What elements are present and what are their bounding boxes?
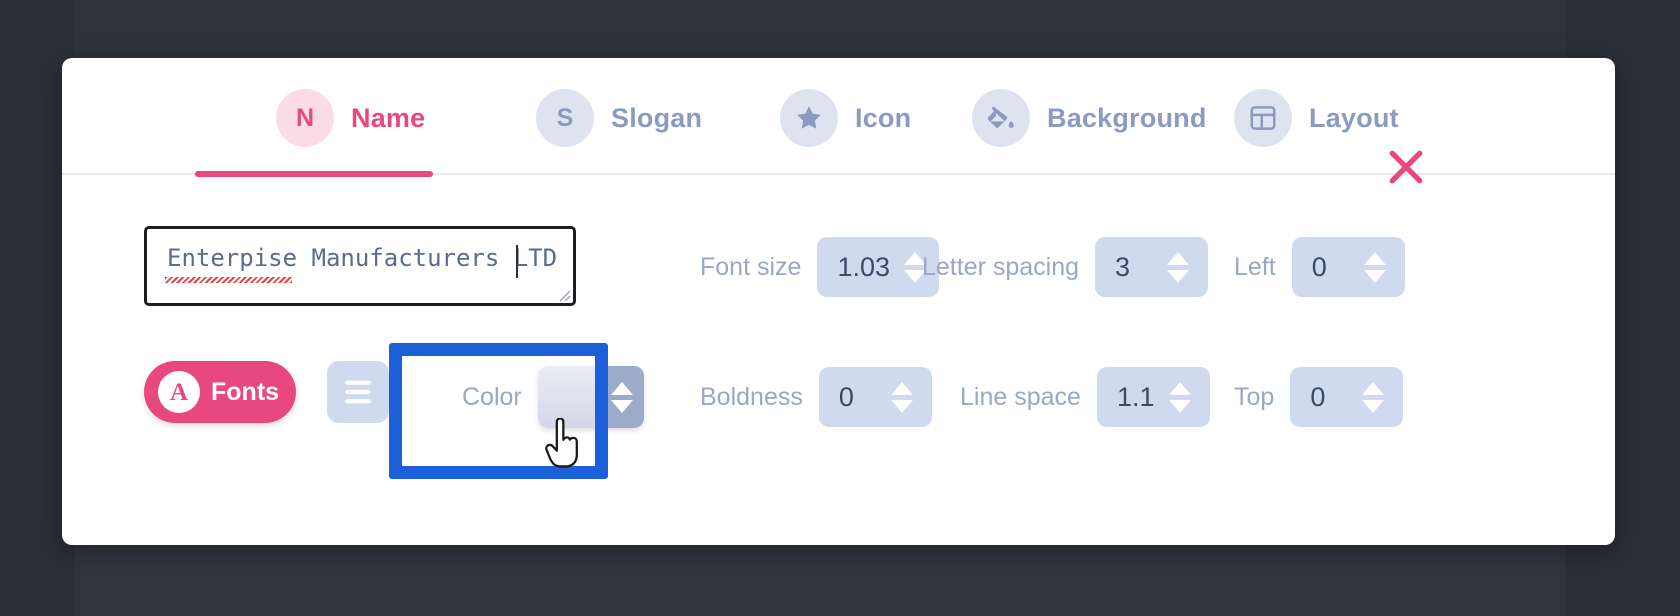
close-button[interactable] [1375, 136, 1437, 198]
boldness-arrows[interactable] [890, 381, 913, 413]
close-icon [1389, 150, 1423, 184]
fonts-badge-letter: A [169, 378, 189, 406]
paint-bucket-icon [987, 106, 1014, 128]
left-offset-value: 0 [1311, 251, 1327, 282]
tab-icon-label: Icon [855, 102, 912, 133]
stepper-up-arrow-icon[interactable] [1363, 251, 1386, 265]
tab-name[interactable]: N Name [276, 88, 425, 148]
boldness-label: Boldness [700, 382, 803, 411]
color-stepper-arrows[interactable] [599, 366, 644, 428]
stepper-up-arrow-icon[interactable] [1168, 381, 1191, 395]
color-label: Color [462, 382, 522, 411]
editor-tabbar: N Name S Slogan Icon Background Layout [62, 58, 1615, 184]
stepper-down-arrow-icon[interactable] [1362, 399, 1385, 413]
top-offset-label: Top [1234, 382, 1275, 411]
fonts-button-label: Fonts [211, 377, 280, 406]
tab-slogan-badge-letter: S [556, 103, 574, 132]
top-offset-value: 0 [1310, 381, 1326, 412]
tab-layout-label: Layout [1309, 102, 1399, 133]
boldness-value: 0 [838, 381, 854, 412]
fonts-button[interactable]: A Fonts [144, 361, 296, 423]
page-backdrop-top [75, 0, 1565, 60]
fonts-badge-icon: A [158, 371, 200, 413]
stepper-up-arrow-icon[interactable] [890, 381, 913, 395]
boldness-field: Boldness 0 [700, 359, 932, 435]
left-offset-stepper[interactable]: 0 [1291, 237, 1405, 297]
active-tab-indicator [195, 171, 433, 177]
tab-slogan[interactable]: S Slogan [536, 88, 702, 148]
letter-spacing-arrows[interactable] [1167, 251, 1190, 283]
tab-background-label: Background [1047, 102, 1207, 133]
font-size-value: 1.03 [837, 251, 890, 282]
stepper-up-arrow-icon[interactable] [1167, 251, 1190, 265]
tab-name-badge-letter: N [295, 103, 315, 132]
letter-spacing-field: Letter spacing 3 [922, 229, 1209, 305]
tab-slogan-label: Slogan [611, 102, 703, 133]
top-offset-arrows[interactable] [1362, 381, 1385, 413]
color-picker-stepper[interactable] [537, 366, 644, 428]
line-space-field: Line space 1.1 [960, 359, 1210, 435]
tab-icon[interactable]: Icon [780, 88, 911, 148]
line-space-value: 1.1 [1116, 381, 1155, 412]
color-swatch[interactable] [537, 366, 600, 428]
align-justify-icon [345, 380, 371, 404]
name-settings-row-2: A Fonts Color Boldness 0 Line space 1.1 … [62, 353, 1615, 443]
tab-icon-badge [780, 89, 838, 147]
left-offset-field: Left 0 [1234, 229, 1405, 305]
tab-slogan-badge: S [536, 89, 594, 147]
tab-name-badge: N [276, 89, 334, 147]
stepper-up-arrow-icon[interactable] [610, 381, 633, 395]
text-align-button[interactable] [327, 361, 389, 423]
left-offset-label: Left [1234, 252, 1276, 281]
star-icon [797, 106, 821, 129]
tab-layout[interactable]: Layout [1234, 88, 1399, 148]
font-size-stepper[interactable]: 1.03 [817, 237, 939, 297]
line-space-stepper[interactable]: 1.1 [1096, 367, 1210, 427]
boldness-stepper[interactable]: 0 [818, 367, 932, 427]
top-offset-field: Top 0 [1234, 359, 1404, 435]
color-field: Color [462, 359, 644, 435]
screen: N Name S Slogan Icon Background Layout E… [0, 0, 1680, 616]
tab-name-label: Name [351, 102, 426, 133]
stepper-down-arrow-icon[interactable] [890, 399, 913, 413]
tab-background[interactable]: Background [972, 88, 1207, 148]
line-space-label: Line space [960, 382, 1081, 411]
layout-grid-icon [1250, 106, 1276, 130]
logo-editor-dialog: N Name S Slogan Icon Background Layout E… [62, 58, 1615, 545]
tab-background-badge [972, 89, 1030, 147]
letter-spacing-label: Letter spacing [922, 252, 1080, 281]
company-name-input[interactable] [144, 226, 576, 306]
stepper-down-arrow-icon[interactable] [610, 399, 633, 413]
font-size-field: Font size 1.03 [700, 229, 939, 305]
font-size-label: Font size [700, 252, 802, 281]
left-offset-arrows[interactable] [1363, 251, 1386, 283]
tab-layout-badge [1234, 89, 1292, 147]
stepper-down-arrow-icon[interactable] [1168, 399, 1191, 413]
stepper-up-arrow-icon[interactable] [1362, 381, 1385, 395]
stepper-down-arrow-icon[interactable] [1167, 269, 1190, 283]
top-offset-stepper[interactable]: 0 [1290, 367, 1404, 427]
name-settings-row-1: Font size 1.03 Letter spacing 3 [62, 223, 1615, 313]
letter-spacing-stepper[interactable]: 3 [1095, 237, 1209, 297]
line-space-arrows[interactable] [1168, 381, 1191, 413]
stepper-down-arrow-icon[interactable] [1363, 269, 1386, 283]
letter-spacing-value: 3 [1115, 251, 1131, 282]
